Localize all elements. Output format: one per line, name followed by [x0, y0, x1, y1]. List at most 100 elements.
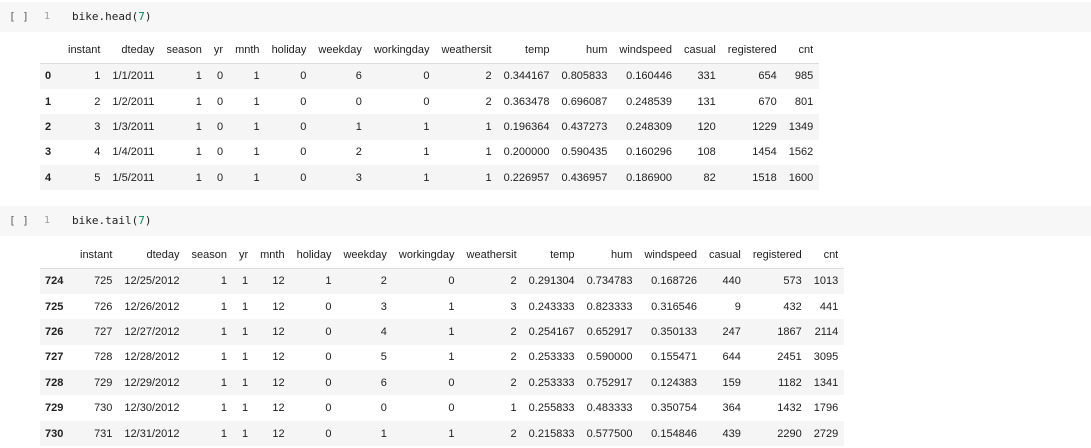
- cell-dteday: 12/31/2012: [124, 427, 180, 440]
- cell-weathersit: 2: [485, 70, 492, 83]
- cell-mnth: 12: [272, 402, 285, 415]
- cell-yr: 1: [242, 402, 249, 415]
- table-row: 3 4 1/4/2011 1 0 1 0 2 1 1 0.200000 0.590435 0.16029…: [40, 140, 819, 165]
- cell-mnth: 12: [272, 325, 285, 338]
- cell-windspeed: 0.154846: [651, 427, 698, 440]
- column-header-instant: instant: [62, 37, 107, 64]
- cell-dteday: 1/2/2011: [112, 95, 155, 108]
- cell-weekday: 4: [380, 325, 387, 338]
- cell-instant: 1: [94, 70, 101, 83]
- cell-dteday: 12/28/2012: [124, 351, 180, 364]
- cell-season: 1: [220, 376, 227, 389]
- cell-hum: 0.437273: [561, 120, 608, 133]
- row-index: 3: [45, 146, 52, 159]
- table-row: 1 2 1/2/2011 1 0 1 0 0 0 2 0.363478 0.696087 0.24853…: [40, 89, 819, 114]
- cell-dteday: 12/25/2012: [124, 275, 180, 288]
- cell-weekday: 6: [355, 70, 362, 83]
- cell-season: 1: [220, 402, 227, 415]
- cell-registered: 573: [783, 275, 802, 288]
- cell-mnth: 1: [253, 171, 260, 184]
- table-row: 729 730 12/30/2012 1 1 12 0 0 0 1 0.255833 0.483333…: [40, 395, 844, 420]
- column-header-windspeed: windspeed: [613, 37, 678, 64]
- cell-windspeed: 0.160296: [626, 146, 672, 159]
- cell-dteday: 1/3/2011: [112, 120, 155, 133]
- row-index: 1: [45, 95, 52, 108]
- cell-cnt: 2114: [814, 325, 839, 338]
- run-cell-button[interactable]: [ ]: [9, 10, 29, 23]
- cell-casual: 159: [722, 376, 741, 389]
- cell-cnt: 1013: [813, 275, 839, 288]
- dataframe-output: instant dteday season yr mnth holiday weekday w…: [40, 37, 820, 191]
- dataframe-table: instant dteday season yr mnth holiday weekday w…: [40, 242, 845, 447]
- cell-temp: 0.226957: [503, 171, 550, 184]
- cell-hum: 0.590000: [586, 351, 633, 364]
- cell-holiday: 0: [300, 70, 307, 83]
- cell-yr: 1: [242, 351, 249, 364]
- column-header-hum: hum: [555, 37, 614, 64]
- row-index: 725: [45, 300, 64, 313]
- cell-yr: 1: [242, 427, 249, 440]
- cell-season: 1: [195, 70, 202, 83]
- cell-mnth: 1: [253, 70, 260, 83]
- cell-weathersit: 2: [485, 95, 492, 108]
- column-header-workingday: workingday: [367, 37, 436, 64]
- row-index: 724: [45, 275, 64, 288]
- cell-hum: 0.734783: [586, 275, 633, 288]
- cell-weathersit: 3: [510, 300, 517, 313]
- run-cell-button[interactable]: [ ]: [9, 214, 29, 227]
- column-header-dteday: dteday: [106, 37, 161, 64]
- column-header-holiday: holiday: [265, 37, 313, 64]
- line-number: 1: [44, 11, 51, 22]
- cell-weekday: 1: [380, 427, 387, 440]
- cell-weathersit: 2: [510, 376, 517, 389]
- code-input-row[interactable]: [ ] 1 bike.head(7): [0, 2, 1091, 32]
- cell-temp: 0.243333: [528, 300, 575, 313]
- column-header-weathersit: weathersit: [460, 242, 523, 269]
- cell-holiday: 0: [325, 427, 332, 440]
- code-text[interactable]: bike.tail(7): [72, 214, 151, 227]
- cell-yr: 1: [242, 275, 249, 288]
- cell-temp: 0.291304: [528, 275, 575, 288]
- cell-casual: 439: [722, 427, 741, 440]
- cell-instant: 726: [94, 300, 113, 313]
- cell-workingday: 1: [423, 120, 430, 133]
- column-header-casual: casual: [703, 242, 747, 269]
- cell-weathersit: 1: [485, 146, 492, 159]
- cell-cnt: 1562: [788, 146, 814, 159]
- table-header-row: instant dteday season yr mnth holiday weekday w…: [40, 242, 845, 269]
- cell-casual: 82: [703, 171, 716, 184]
- column-header-registered: registered: [746, 242, 808, 269]
- cell-temp: 0.196364: [503, 120, 550, 133]
- cell-dteday: 12/26/2012: [124, 300, 180, 313]
- cell-instant: 2: [94, 95, 101, 108]
- column-header-cnt: cnt: [807, 242, 845, 269]
- table-row: 725 726 12/26/2012 1 1 12 0 3 1 3 0.243333 0.823333…: [40, 294, 844, 319]
- cell-cnt: 801: [794, 95, 814, 108]
- cell-workingday: 0: [448, 275, 455, 288]
- table-row: 0 1 1/1/2011 1 0 1 0 6 0 2 0.344167 0.805833 0.16044…: [40, 63, 820, 89]
- column-header-dteday: dteday: [118, 242, 186, 269]
- cell-hum: 0.823333: [586, 300, 633, 313]
- cell-casual: 9: [734, 300, 741, 313]
- code-text[interactable]: bike.head(7): [72, 10, 151, 23]
- cell-yr: 0: [216, 171, 224, 184]
- cell-instant: 727: [94, 325, 113, 338]
- table-row: 724 725 12/25/2012 1 1 12 1 2 0 2 0.291304 0.734783…: [40, 268, 845, 294]
- code-input-row[interactable]: [ ] 1 bike.tail(7): [0, 206, 1091, 236]
- cell-holiday: 0: [325, 376, 332, 389]
- cell-weekday: 3: [355, 171, 362, 184]
- cell-weathersit: 1: [485, 120, 492, 133]
- cell-mnth: 12: [272, 300, 285, 313]
- cell-yr: 1: [242, 376, 249, 389]
- cell-mnth: 1: [253, 146, 260, 159]
- cell-season: 1: [195, 146, 202, 159]
- column-header-instant: instant: [74, 242, 119, 269]
- index-header: [40, 242, 74, 269]
- cell-season: 1: [220, 325, 227, 338]
- cell-temp: 0.254167: [528, 325, 575, 338]
- cell-casual: 120: [697, 120, 716, 133]
- cell-dteday: 1/5/2011: [112, 171, 155, 184]
- dataframe-output: instant dteday season yr mnth holiday weekday w…: [40, 242, 845, 447]
- cell-dteday: 1/4/2011: [112, 146, 155, 159]
- cell-weathersit: 1: [510, 402, 517, 415]
